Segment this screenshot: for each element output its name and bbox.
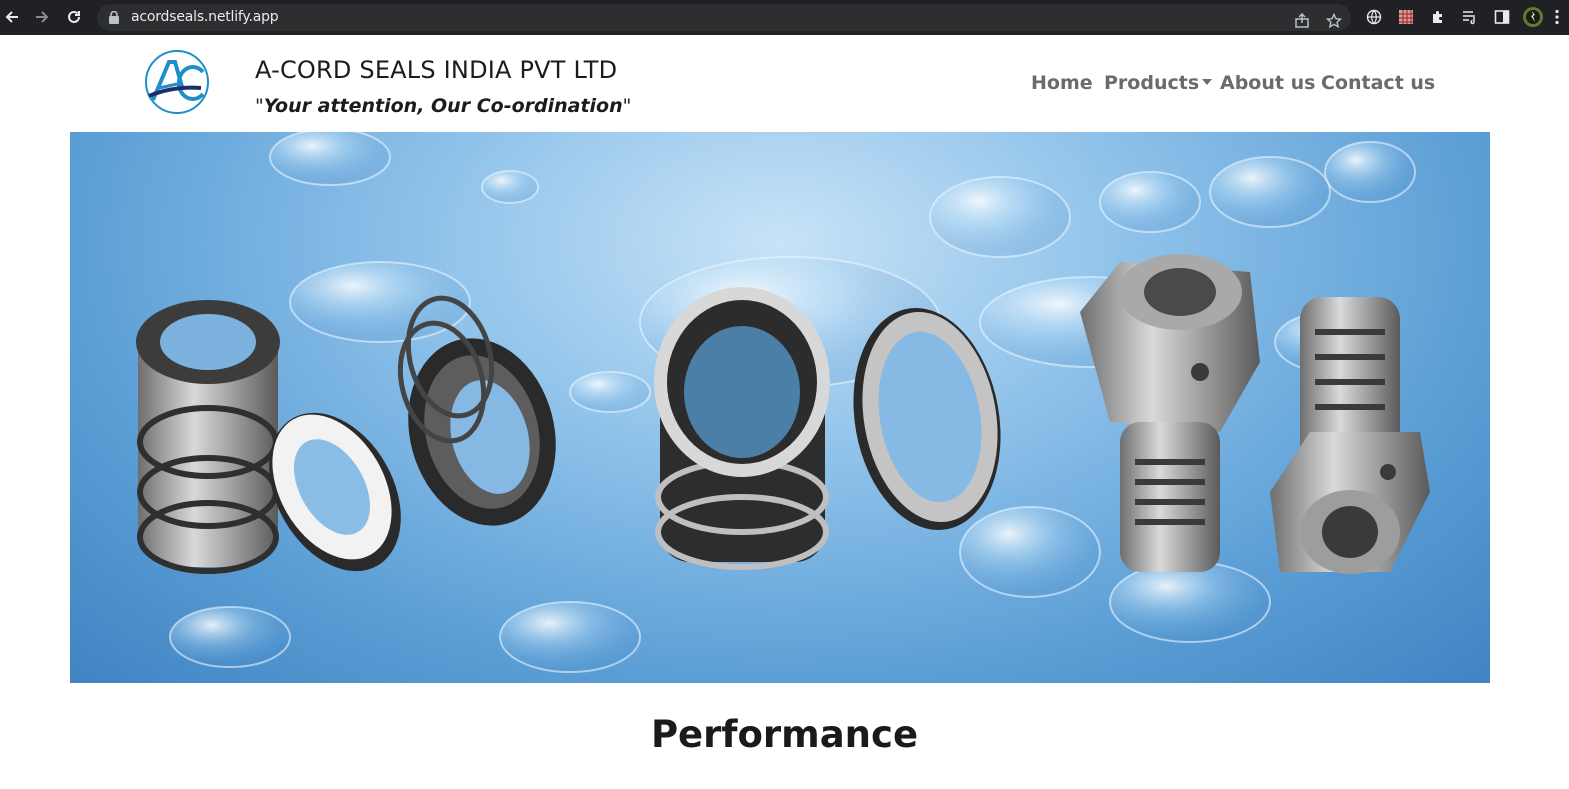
lock-icon	[109, 10, 119, 29]
nav-products-dropdown[interactable]: Products	[1104, 72, 1213, 94]
hero-banner-image	[70, 132, 1490, 683]
chevron-down-icon	[1202, 78, 1213, 85]
back-icon[interactable]	[0, 5, 24, 29]
company-logo[interactable]	[143, 48, 211, 116]
tagline: "Your attention, Our Co-ordination"	[255, 95, 631, 117]
side-panel-icon[interactable]	[1490, 5, 1514, 29]
browser-toolbar: acordseals.netlify.app	[0, 0, 1569, 35]
reload-icon[interactable]	[62, 5, 86, 29]
globe-extension-icon[interactable]	[1362, 5, 1386, 29]
share-icon[interactable]	[1290, 9, 1314, 33]
grid-extension-icon[interactable]	[1394, 5, 1418, 29]
cartridge-seal-product-1	[1080, 254, 1260, 572]
bellows-seal-product	[654, 287, 830, 570]
tagline-quote-close: "	[622, 95, 632, 117]
url-text: acordseals.netlify.app	[131, 9, 279, 25]
conical-spring-seal-product	[397, 295, 556, 526]
forward-icon[interactable]	[30, 5, 54, 29]
bookmark-star-icon[interactable]	[1322, 9, 1346, 33]
reading-list-icon[interactable]	[1458, 5, 1482, 29]
brand-name: A-CORD SEALS INDIA PVT LTD	[255, 56, 618, 84]
extensions-puzzle-icon[interactable]	[1426, 5, 1450, 29]
nav-contact-us[interactable]: Contact us	[1321, 72, 1435, 94]
nav-home[interactable]: Home	[1031, 72, 1093, 94]
section-heading-performance: Performance	[650, 713, 919, 756]
nav-about-us[interactable]: About us	[1220, 72, 1315, 94]
nav-products-label: Products	[1104, 72, 1200, 94]
spring-seal-product	[136, 300, 280, 574]
tagline-text: Your attention, Our Co-ordination	[263, 95, 623, 117]
tagline-quote-open: "	[255, 95, 264, 117]
menu-kebab-icon[interactable]	[1549, 5, 1565, 29]
address-bar[interactable]: acordseals.netlify.app	[97, 4, 1351, 31]
profile-avatar-icon[interactable]	[1521, 5, 1545, 29]
